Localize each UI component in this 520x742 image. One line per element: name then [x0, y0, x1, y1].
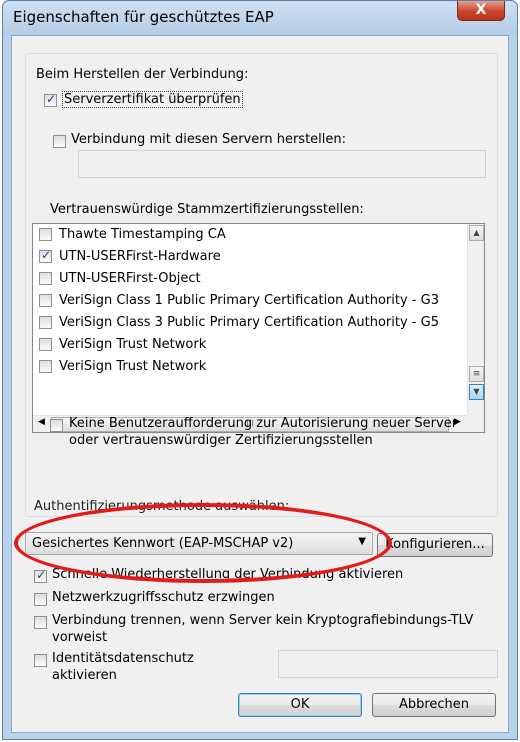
servers-input[interactable] [78, 150, 486, 178]
ca-label: UTN-USERFirst-Hardware [59, 249, 221, 264]
auth-method-select[interactable]: Gesichertes Kennwort (EAP-MSCHAP v2) ▼ [25, 532, 373, 555]
connect-servers-label[interactable]: Verbindung mit diesen Servern herstellen… [71, 132, 346, 147]
root-ca-heading: Vertrauenswürdige Stammzertifizierungsst… [50, 202, 364, 217]
ok-button[interactable]: OK [238, 693, 362, 717]
dialog-body: Beim Herstellen der Verbindung: Serverze… [11, 35, 509, 733]
no-prompt-checkbox[interactable] [50, 419, 63, 432]
identity-input[interactable] [278, 650, 498, 678]
ca-checkbox[interactable] [39, 272, 52, 285]
nap-label[interactable]: Netzwerkzugriffsschutz erzwingen [52, 590, 275, 605]
ca-checkbox[interactable] [39, 338, 52, 351]
disconnect-tlv-label-line2[interactable]: vorweist [52, 630, 107, 645]
disconnect-tlv-checkbox[interactable] [34, 616, 47, 629]
root-ca-list[interactable]: Thawte Timestamping CA UTN-USERFirst-Har… [32, 223, 485, 433]
ca-checkbox[interactable] [39, 316, 52, 329]
ca-label: VeriSign Trust Network [59, 337, 207, 352]
chevron-down-icon: ▼ [358, 536, 366, 547]
ca-checkbox[interactable] [39, 360, 52, 373]
ca-label: UTN-USERFirst-Object [59, 271, 201, 286]
no-prompt-label-line2[interactable]: oder vertrauenswürdiger Zertifizierungss… [69, 433, 373, 448]
verify-cert-checkbox[interactable] [44, 92, 57, 107]
connection-heading: Beim Herstellen der Verbindung: [36, 67, 249, 82]
list-item[interactable]: VeriSign Trust Network [33, 356, 453, 378]
ca-label: VeriSign Class 3 Public Primary Certific… [59, 315, 439, 330]
ca-checkbox[interactable] [39, 248, 52, 263]
scroll-up-icon[interactable]: ▲ [469, 225, 484, 241]
cancel-button[interactable]: Abbrechen [372, 693, 496, 717]
ca-label: VeriSign Class 1 Public Primary Certific… [59, 293, 439, 308]
scroll-corner [467, 415, 484, 432]
fast-reconnect-label[interactable]: Schnelle Wiederherstellung der Verbindun… [52, 567, 403, 582]
identity-privacy-label-line2[interactable]: aktivieren [52, 668, 117, 683]
title-bar[interactable]: Eigenschaften für geschütztes EAP X [3, 1, 517, 35]
connect-servers-checkbox[interactable] [53, 135, 66, 148]
ca-checkbox[interactable] [39, 294, 52, 307]
disconnect-tlv-label-line1[interactable]: Verbindung trennen, wenn Server kein Kry… [52, 613, 473, 628]
list-item[interactable]: UTN-USERFirst-Hardware [33, 246, 453, 268]
auth-method-heading: Authentifizierungsmethode auswählen: [34, 499, 290, 514]
list-item[interactable]: Thawte Timestamping CA [33, 224, 453, 246]
close-icon: X [475, 2, 487, 18]
configure-button[interactable]: Konfigurieren... [377, 533, 493, 557]
list-item[interactable]: UTN-USERFirst-Object [33, 268, 453, 290]
close-button[interactable]: X [457, 1, 505, 21]
vertical-scrollbar[interactable]: ▲ ≡ ▼ [467, 224, 484, 416]
window-title: Eigenschaften für geschütztes EAP [13, 8, 274, 26]
nap-checkbox[interactable] [34, 593, 47, 606]
ca-label: Thawte Timestamping CA [59, 227, 226, 242]
ca-label: VeriSign Trust Network [59, 359, 207, 374]
scroll-left-icon[interactable]: ◀ [38, 417, 45, 427]
list-item[interactable]: VeriSign Class 1 Public Primary Certific… [33, 290, 453, 312]
dialog-window: Eigenschaften für geschütztes EAP X Beim… [2, 0, 518, 740]
auth-method-value: Gesichertes Kennwort (EAP-MSCHAP v2) [32, 536, 294, 551]
list-item[interactable]: VeriSign Trust Network [33, 334, 453, 356]
identity-privacy-label-line1[interactable]: Identitätsdatenschutz [52, 651, 194, 666]
identity-privacy-checkbox[interactable] [34, 654, 47, 667]
fast-reconnect-checkbox[interactable] [34, 568, 47, 583]
ca-checkbox[interactable] [39, 228, 52, 241]
no-prompt-label-line1[interactable]: Keine Benutzeraufforderung zur Autorisie… [69, 416, 457, 431]
list-item[interactable]: VeriSign Class 3 Public Primary Certific… [33, 312, 453, 334]
scroll-down-icon[interactable]: ▼ [469, 384, 484, 400]
scroll-grip-icon[interactable]: ≡ [469, 366, 484, 382]
verify-cert-label[interactable]: Serverzertifikat überprüfen [62, 91, 243, 108]
